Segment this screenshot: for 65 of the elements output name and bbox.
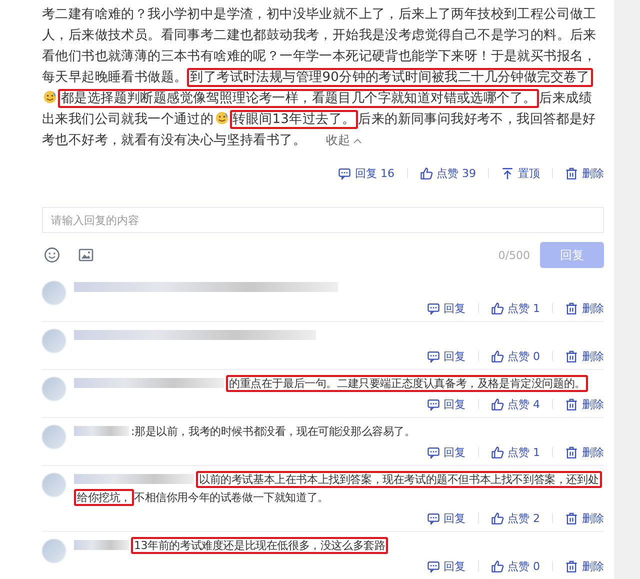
reply-text: :那是以前，我考的时候书都没看，现在可能没那么容易了。 (131, 425, 416, 438)
avatar (42, 539, 66, 563)
thumbs-up-icon (490, 302, 504, 314)
comment-icon (426, 446, 440, 458)
reply-button[interactable]: 回复 16 (338, 166, 394, 180)
thumbs-up-icon (490, 350, 504, 362)
delete-icon (565, 302, 578, 314)
like-button[interactable]: 点赞 0 (490, 558, 540, 574)
like-button[interactable]: 点赞 0 (490, 348, 540, 364)
pin-to-top-icon (501, 166, 514, 180)
delete-icon (565, 398, 578, 410)
collapse-link[interactable]: 收起 (326, 130, 362, 151)
reply-button[interactable]: 回复 (426, 348, 466, 364)
avatar (42, 281, 66, 305)
delete-button[interactable]: 删除 (565, 166, 604, 180)
like-button[interactable]: 点赞 39 (420, 166, 476, 180)
avatar (42, 473, 66, 497)
reply-input-field[interactable]: 请输入回复的内容 (42, 207, 604, 233)
blurred-username (74, 426, 129, 436)
reply-button[interactable]: 回复 (426, 396, 466, 412)
avatar (42, 377, 66, 401)
reply-button[interactable]: 回复 (426, 300, 466, 316)
comment-icon (426, 560, 440, 572)
comment-icon (426, 398, 440, 410)
reply-text: 不相信你用今年的试卷做一下就知道了。 (134, 491, 328, 504)
delete-button[interactable]: 删除 (565, 558, 604, 574)
delete-icon (565, 560, 578, 572)
thumbs-up-icon (490, 560, 504, 572)
delete-button[interactable]: 删除 (565, 444, 604, 460)
emoji-icon (214, 111, 229, 125)
comment-icon (426, 512, 440, 524)
smiley-icon (44, 247, 60, 263)
caret-icon (353, 138, 362, 144)
delete-button[interactable]: 删除 (565, 348, 604, 364)
thumbs-up-icon (490, 446, 504, 458)
thumbs-up-icon (490, 512, 504, 524)
delete-button[interactable]: 删除 (565, 300, 604, 316)
delete-icon (565, 512, 578, 524)
like-button[interactable]: 点赞 1 (490, 300, 540, 316)
reply-button[interactable]: 回复 (426, 444, 466, 460)
pin-button[interactable]: 置顶 (501, 166, 540, 180)
delete-icon (565, 166, 578, 180)
delete-button[interactable]: 删除 (565, 396, 604, 412)
avatar (42, 425, 66, 449)
delete-icon (565, 350, 578, 362)
delete-button[interactable]: 删除 (565, 510, 604, 526)
image-icon (78, 247, 94, 263)
thumbs-up-icon (490, 398, 504, 410)
delete-icon (565, 446, 578, 458)
like-button[interactable]: 点赞 2 (490, 510, 540, 526)
emoji-icon (43, 90, 57, 104)
reply-text: 的重点在于最后一句。二建只要端正态度认真备考，及格是肯定没问题的。 (226, 375, 588, 392)
avatar (42, 329, 66, 353)
reply-text: 13年前的考试难度还是比现在低很多，没这么多套路 (131, 537, 388, 554)
comment-icon (426, 350, 440, 362)
blurred-username (74, 540, 129, 550)
thumbs-up-icon (420, 166, 432, 180)
post-text: 考二建有啥难的？我小学初中是学渣，初中没毕业就不上了，后来上了两年技校到工程公司做工人，后来做技术员。看同事考二建也都鼓动我考，开始我是没考虑觉得自己不是学习的料。后来看他们书也就薄薄的三本书有啥难的呢？一年学一本死记硬背也能学下来呀！于是就买书报名，每天早起晚睡看书做题。 到了考试时法规与管理90分钟的考试时间被我二十几分钟做完交卷了 都是选择题判断题感觉像驾照理论考一样，看题目几个字就知道对错或选哪个了。 后来成绩出来我们公司就我一个通过的 转眼间13年过去了。 后来的新同事问我好考不，我回答都是好考也不好考，就看有没有决心与坚持看书了。 收起 (42, 4, 604, 151)
reply-button[interactable]: 回复 (426, 558, 466, 574)
comment-icon (426, 302, 440, 314)
like-button[interactable]: 点赞 1 (490, 444, 540, 460)
reply-button[interactable]: 回复 (426, 510, 466, 526)
like-button[interactable]: 点赞 4 (490, 396, 540, 412)
comment-icon (338, 166, 351, 180)
character-counter: 0/500 (498, 248, 530, 262)
